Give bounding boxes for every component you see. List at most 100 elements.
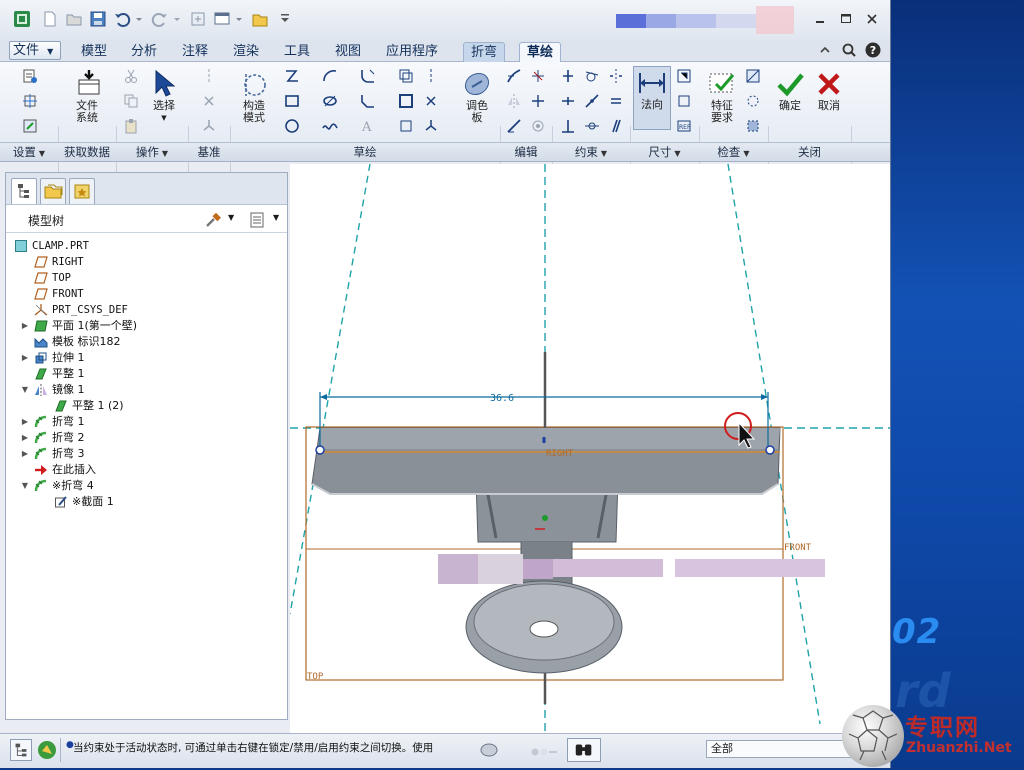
highlight-open-ends-icon[interactable] [745, 93, 761, 109]
redo-dropdown-icon[interactable] [172, 9, 182, 29]
parallel-constraint-icon[interactable] [608, 118, 624, 134]
reference-dimension-icon[interactable]: REF [676, 118, 692, 134]
chevron-down-icon[interactable]: ▼ [228, 213, 234, 222]
collapse-arrow-icon[interactable]: ▼ [20, 478, 30, 494]
arc-icon[interactable] [322, 68, 338, 84]
open-file-icon[interactable] [64, 9, 84, 29]
windows-dropdown-icon[interactable] [234, 9, 244, 29]
undo-icon[interactable] [112, 9, 132, 29]
palette-button[interactable]: 调色 板 [457, 68, 497, 124]
new-file-icon[interactable] [40, 9, 60, 29]
construction-mode-button[interactable]: 构造 模式 [234, 68, 274, 124]
group-setup[interactable]: 设置 ▼ [0, 143, 58, 162]
tree-item[interactable]: ▶ 折弯 2 [20, 430, 85, 446]
coincident-constraint-icon[interactable] [584, 118, 600, 134]
sketch-view-icon[interactable] [22, 118, 38, 134]
tab-sketch[interactable]: 草绘 [519, 42, 562, 62]
centerline-icon[interactable] [201, 68, 217, 84]
dimension-value[interactable]: 36.6 [490, 393, 514, 404]
graphics-area[interactable]: 36.6 RIGHT FRONT TOP [289, 163, 890, 733]
sketch-setup-icon[interactable] [22, 68, 38, 84]
vertical-constraint-icon[interactable] [560, 68, 576, 84]
feature-requirements-button[interactable]: 特征 要求 [703, 68, 741, 124]
file-system-button[interactable]: 文件 系统 [62, 68, 112, 124]
navigator-toggle-icon[interactable] [10, 739, 32, 761]
group-inspect[interactable]: 检查 ▼ [699, 143, 768, 162]
undo-dropdown-icon[interactable] [134, 9, 144, 29]
chamfer-icon[interactable] [360, 93, 376, 109]
tab-tools[interactable]: 工具 [277, 42, 317, 62]
midpoint-constraint-icon[interactable] [584, 93, 600, 109]
tab-render[interactable]: 渲染 [226, 42, 266, 62]
group-dimension[interactable]: 尺寸 ▼ [630, 143, 699, 162]
redo-icon[interactable] [150, 9, 170, 29]
tree-item[interactable]: ▼ ※折弯 4 [20, 478, 94, 494]
expand-arrow-icon[interactable]: ▶ [20, 430, 30, 446]
expand-arrow-icon[interactable]: ▶ [20, 318, 30, 334]
select-button[interactable]: 选择 ▼ [146, 68, 182, 124]
save-icon[interactable] [88, 9, 108, 29]
tree-item[interactable]: 在此插入 [34, 462, 96, 478]
thicken-icon[interactable] [398, 93, 414, 109]
tab-favorites[interactable] [69, 178, 95, 204]
tree-item[interactable]: FRONT [34, 286, 84, 302]
project-icon[interactable] [398, 118, 414, 134]
divide-icon[interactable] [506, 118, 522, 134]
tab-analysis[interactable]: 分析 [124, 42, 164, 62]
rotate-resize-icon[interactable] [530, 118, 546, 134]
cancel-button[interactable]: 取消 [810, 68, 848, 112]
collapse-ribbon-icon[interactable] [818, 43, 832, 57]
paste-icon[interactable] [123, 118, 139, 134]
tree-item[interactable]: ※截面 1 [54, 494, 114, 510]
ellipse-icon[interactable] [322, 93, 338, 109]
offset-icon[interactable] [398, 68, 414, 84]
customize-toolbar-icon[interactable] [278, 9, 292, 29]
collapse-arrow-icon[interactable]: ▼ [20, 382, 30, 398]
tab-model-tree[interactable] [11, 178, 37, 204]
group-operations[interactable]: 操作 ▼ [116, 143, 188, 162]
find-button[interactable] [567, 738, 601, 762]
search-icon[interactable] [841, 42, 857, 58]
tree-item[interactable]: 平整 1 (2) [54, 398, 124, 414]
tree-item[interactable]: 平整 1 [34, 366, 85, 382]
tree-show-icon[interactable] [248, 211, 266, 229]
tree-item[interactable]: ▼ 镜像 1 [20, 382, 85, 398]
close-window-icon[interactable] [250, 9, 270, 29]
tab-applications[interactable]: 应用程序 [379, 42, 445, 62]
browser-toggle-icon[interactable] [36, 739, 58, 761]
tree-item[interactable]: ▶ 平面 1(第一个壁) [20, 318, 137, 334]
message-history-icon[interactable] [478, 740, 500, 760]
tab-folder-browser[interactable] [40, 178, 66, 204]
tree-item[interactable]: PRT_CSYS_DEF [34, 302, 128, 318]
expand-arrow-icon[interactable]: ▶ [20, 414, 30, 430]
tab-model[interactable]: 模型 [74, 42, 114, 62]
chevron-down-icon[interactable]: ▼ [273, 213, 279, 222]
spline-icon[interactable] [322, 118, 338, 134]
tree-item[interactable]: RIGHT [34, 254, 84, 270]
help-icon[interactable]: ? [865, 42, 881, 58]
perpendicular-constraint-icon[interactable] [560, 118, 576, 134]
circle-icon[interactable] [284, 118, 300, 134]
fillet-icon[interactable] [360, 68, 376, 84]
tree-item[interactable]: ▶ 折弯 1 [20, 414, 85, 430]
reference-icon[interactable] [22, 93, 38, 109]
perimeter-dimension-icon[interactable] [676, 68, 692, 84]
tree-item[interactable]: ▶ 折弯 3 [20, 446, 85, 462]
tree-item[interactable]: TOP [34, 270, 71, 286]
sketch-centerline-icon[interactable] [423, 68, 439, 84]
corner-icon[interactable] [530, 93, 546, 109]
tab-file[interactable]: 文件 ▼ [9, 41, 61, 60]
symmetric-constraint-icon[interactable] [608, 68, 624, 84]
expand-arrow-icon[interactable]: ▶ [20, 446, 30, 462]
modify-icon[interactable] [506, 68, 522, 84]
mirror-edit-icon[interactable] [506, 93, 522, 109]
line-icon[interactable] [284, 68, 300, 84]
tab-bend[interactable]: 折弯 [463, 42, 506, 62]
tab-view[interactable]: 视图 [328, 42, 368, 62]
regenerate-icon[interactable] [188, 9, 208, 29]
tree-item[interactable]: 模板 标识182 [34, 334, 121, 350]
delete-segment-icon[interactable] [530, 68, 546, 84]
group-constrain[interactable]: 约束 ▼ [552, 143, 630, 162]
overlapping-geometry-icon[interactable] [745, 68, 761, 84]
sketch-vertex-left[interactable] [315, 445, 325, 455]
